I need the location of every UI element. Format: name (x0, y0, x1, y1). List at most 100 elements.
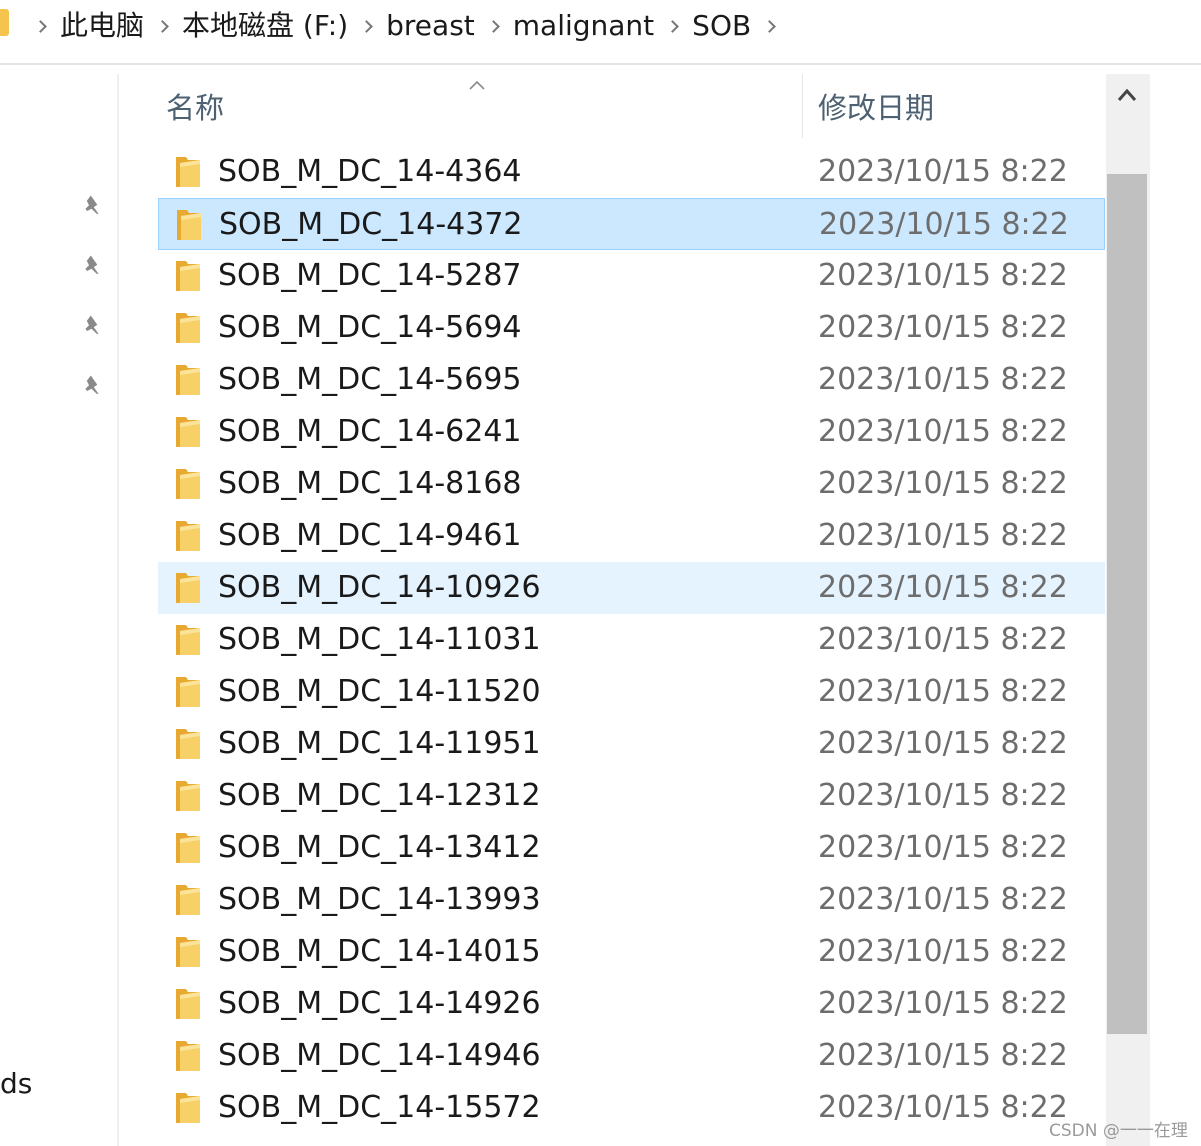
watermark: CSDN @一一在理 (1049, 1121, 1188, 1141)
folder-icon (176, 989, 200, 1019)
file-date-modified: 2023/10/15 8:22 (818, 934, 1068, 969)
folder-icon (176, 833, 200, 863)
file-date-modified: 2023/10/15 8:22 (818, 1038, 1068, 1073)
file-date-modified: 2023/10/15 8:22 (818, 414, 1068, 449)
scroll-up-icon[interactable] (1116, 86, 1138, 104)
folder-icon (0, 9, 9, 36)
folder-icon (177, 210, 201, 240)
file-name: SOB_M_DC_14-15572 (218, 1090, 541, 1125)
file-name: SOB_M_DC_14-11951 (218, 726, 541, 761)
chevron-right-icon[interactable] (354, 0, 380, 52)
folder-icon (176, 365, 200, 395)
pin-icon[interactable] (80, 253, 106, 279)
file-date-modified: 2023/10/15 8:22 (818, 882, 1068, 917)
pin-icon[interactable] (80, 373, 106, 399)
folder-icon (176, 781, 200, 811)
file-date-modified: 2023/10/15 8:22 (818, 310, 1068, 345)
breadcrumb-malignant[interactable]: malignant (507, 0, 660, 52)
breadcrumb: 此电脑 本地磁盘 (F:) breast malignant SOB (28, 0, 783, 52)
file-row[interactable]: SOB_M_DC_14-12312 2023/10/15 8:22 (158, 770, 1105, 822)
file-row[interactable]: SOB_M_DC_14-11031 2023/10/15 8:22 (158, 614, 1105, 666)
file-row[interactable]: SOB_M_DC_14-5695 2023/10/15 8:22 (158, 354, 1105, 406)
file-row[interactable]: SOB_M_DC_14-4372 2023/10/15 8:22 (158, 198, 1105, 250)
file-name: SOB_M_DC_14-9461 (218, 518, 522, 553)
folder-icon (176, 885, 200, 915)
file-name: SOB_M_DC_14-14015 (218, 934, 541, 969)
file-name: SOB_M_DC_14-13993 (218, 882, 541, 917)
file-date-modified: 2023/10/15 8:22 (818, 778, 1068, 813)
sort-ascending-icon (469, 80, 485, 90)
file-row[interactable]: SOB_M_DC_14-8168 2023/10/15 8:22 (158, 458, 1105, 510)
file-row[interactable]: SOB_M_DC_14-5694 2023/10/15 8:22 (158, 302, 1105, 354)
file-row[interactable]: SOB_M_DC_14-14946 2023/10/15 8:22 (158, 1030, 1105, 1082)
pin-icon[interactable] (80, 313, 106, 339)
scrollbar-thumb[interactable] (1107, 174, 1147, 1034)
folder-icon (176, 521, 200, 551)
breadcrumb-this-pc[interactable]: 此电脑 (54, 0, 150, 52)
folder-icon (176, 1093, 200, 1123)
file-row[interactable]: SOB_M_DC_14-11520 2023/10/15 8:22 (158, 666, 1105, 718)
folder-icon (176, 261, 200, 291)
column-resize-handle[interactable] (802, 74, 803, 138)
folder-icon (176, 157, 200, 187)
folder-icon (176, 937, 200, 967)
file-date-modified: 2023/10/15 8:22 (818, 154, 1068, 189)
file-row[interactable]: SOB_M_DC_14-14015 2023/10/15 8:22 (158, 926, 1105, 978)
file-date-modified: 2023/10/15 8:22 (818, 674, 1068, 709)
file-name: SOB_M_DC_14-5287 (218, 258, 522, 293)
chevron-right-icon[interactable] (28, 0, 54, 52)
column-header-name[interactable]: 名称 (166, 85, 224, 131)
file-name: SOB_M_DC_14-5695 (218, 362, 522, 397)
file-row[interactable]: SOB_M_DC_14-4364 2023/10/15 8:22 (158, 146, 1105, 198)
folder-icon (176, 729, 200, 759)
file-name: SOB_M_DC_14-12312 (218, 778, 541, 813)
file-date-modified: 2023/10/15 8:22 (818, 830, 1068, 865)
file-row[interactable]: SOB_M_DC_14-14926 2023/10/15 8:22 (158, 978, 1105, 1030)
navigation-pane (0, 65, 118, 1146)
folder-icon (176, 417, 200, 447)
file-date-modified: 2023/10/15 8:22 (818, 726, 1068, 761)
file-row[interactable]: SOB_M_DC_14-10926 2023/10/15 8:22 (158, 562, 1105, 614)
column-header-date-modified[interactable]: 修改日期 (818, 85, 934, 131)
breadcrumb-local-disk[interactable]: 本地磁盘 (F:) (176, 0, 354, 52)
nav-item-label[interactable]: ds (0, 1064, 32, 1104)
breadcrumb-sob[interactable]: SOB (686, 0, 757, 52)
chevron-right-icon[interactable] (481, 0, 507, 52)
file-row[interactable]: SOB_M_DC_14-15572 2023/10/15 8:22 (158, 1082, 1105, 1134)
folder-icon (176, 677, 200, 707)
file-name: SOB_M_DC_14-5694 (218, 310, 522, 345)
file-row[interactable]: SOB_M_DC_14-13993 2023/10/15 8:22 (158, 874, 1105, 926)
file-row[interactable]: SOB_M_DC_14-5287 2023/10/15 8:22 (158, 250, 1105, 302)
file-row[interactable]: SOB_M_DC_14-6241 2023/10/15 8:22 (158, 406, 1105, 458)
file-name: SOB_M_DC_14-4372 (219, 207, 523, 242)
file-row[interactable]: SOB_M_DC_14-9461 2023/10/15 8:22 (158, 510, 1105, 562)
folder-icon (176, 1041, 200, 1071)
file-name: SOB_M_DC_14-11520 (218, 674, 541, 709)
folder-icon (176, 573, 200, 603)
file-list: SOB_M_DC_14-4364 2023/10/15 8:22 SOB_M_DC_… (158, 146, 1105, 1146)
breadcrumb-breast[interactable]: breast (380, 0, 481, 52)
file-date-modified: 2023/10/15 8:22 (818, 1090, 1068, 1125)
chevron-right-icon[interactable] (757, 0, 783, 52)
file-date-modified: 2023/10/15 8:22 (818, 466, 1068, 501)
file-name: SOB_M_DC_14-4364 (218, 154, 522, 189)
pane-divider[interactable] (117, 74, 119, 1146)
file-date-modified: 2023/10/15 8:22 (818, 570, 1068, 605)
file-name: SOB_M_DC_14-11031 (218, 622, 541, 657)
file-date-modified: 2023/10/15 8:22 (818, 986, 1068, 1021)
file-row[interactable]: SOB_M_DC_14-11951 2023/10/15 8:22 (158, 718, 1105, 770)
address-bar[interactable]: 此电脑 本地磁盘 (F:) breast malignant SOB (0, 0, 1201, 65)
file-name: SOB_M_DC_14-13412 (218, 830, 541, 865)
folder-icon (176, 313, 200, 343)
chevron-right-icon[interactable] (660, 0, 686, 52)
file-date-modified: 2023/10/15 8:22 (818, 362, 1068, 397)
file-date-modified: 2023/10/15 8:22 (819, 207, 1069, 242)
file-name: SOB_M_DC_14-14926 (218, 986, 541, 1021)
pin-icon[interactable] (80, 193, 106, 219)
file-name: SOB_M_DC_14-10926 (218, 570, 541, 605)
file-date-modified: 2023/10/15 8:22 (818, 518, 1068, 553)
file-name: SOB_M_DC_14-6241 (218, 414, 522, 449)
file-row[interactable]: SOB_M_DC_14-13412 2023/10/15 8:22 (158, 822, 1105, 874)
file-date-modified: 2023/10/15 8:22 (818, 258, 1068, 293)
chevron-right-icon[interactable] (150, 0, 176, 52)
